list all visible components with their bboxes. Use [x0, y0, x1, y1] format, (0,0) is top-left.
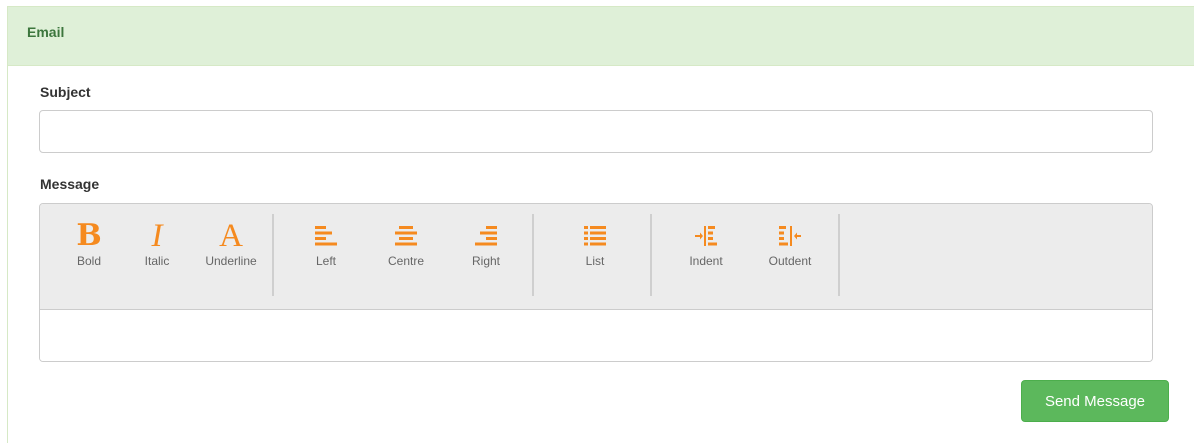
send-message-button[interactable]: Send Message: [1021, 380, 1169, 422]
subject-input[interactable]: [39, 110, 1153, 153]
underline-icon: A: [219, 218, 243, 254]
underline-button[interactable]: A Underline: [196, 214, 266, 286]
bold-icon: B: [76, 218, 102, 253]
align-left-icon: [315, 220, 337, 252]
list-label: List: [585, 254, 605, 268]
align-center-label: Centre: [387, 254, 425, 268]
message-label: Message: [40, 176, 100, 192]
indent-group: Indent Outdent: [664, 214, 840, 296]
italic-icon: I: [151, 218, 163, 254]
panel-title: Email: [27, 24, 65, 40]
italic-button[interactable]: I Italic: [118, 214, 196, 286]
outdent-label: Outdent: [768, 254, 812, 268]
panel-heading: Email: [8, 7, 1194, 66]
italic-label: Italic: [144, 254, 170, 268]
underline-label: Underline: [205, 254, 257, 268]
indent-label: Indent: [689, 254, 723, 268]
indent-icon: [695, 220, 717, 252]
outdent-button[interactable]: Outdent: [748, 214, 832, 286]
list-icon: [584, 220, 606, 252]
list-button[interactable]: List: [546, 214, 644, 286]
indent-button[interactable]: Indent: [664, 214, 748, 286]
subject-label: Subject: [40, 84, 91, 100]
alignment-group: Left Centre Right: [286, 214, 534, 296]
text-style-group: B Bold I Italic A Underline: [60, 214, 274, 296]
bold-button[interactable]: B Bold: [60, 214, 118, 286]
align-center-icon: [395, 220, 417, 252]
align-left-label: Left: [315, 254, 336, 268]
bold-label: Bold: [76, 254, 102, 268]
editor-toolbar: B Bold I Italic A Underline Left Centre …: [40, 204, 1152, 310]
align-right-label: Right: [471, 254, 500, 268]
outdent-icon: [779, 220, 801, 252]
align-center-button[interactable]: Centre: [366, 214, 446, 286]
align-right-button[interactable]: Right: [446, 214, 526, 286]
align-right-icon: [475, 220, 497, 252]
align-left-button[interactable]: Left: [286, 214, 366, 286]
message-editor: B Bold I Italic A Underline Left Centre …: [39, 203, 1153, 362]
message-body[interactable]: [40, 310, 1152, 361]
list-group: List: [546, 214, 652, 296]
